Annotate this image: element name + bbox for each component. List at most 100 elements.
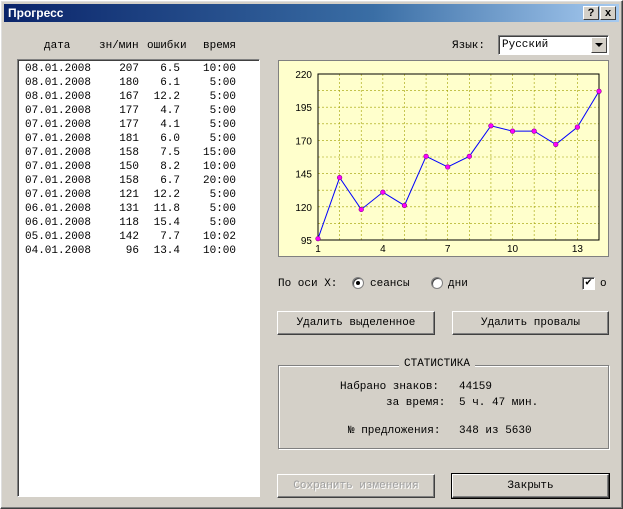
cell-time: 5:00 xyxy=(209,217,236,229)
cell-errors: 8.2 xyxy=(160,161,180,173)
header-time[interactable]: время xyxy=(203,40,236,52)
x-tick-label: 1 xyxy=(315,244,321,255)
cell-speed: 118 xyxy=(119,217,139,229)
radio-sessions[interactable] xyxy=(352,277,364,289)
checkbox-o[interactable]: ✔ xyxy=(582,277,595,290)
y-tick-label: 120 xyxy=(295,203,312,214)
table-row[interactable]: 07.01.2008 158 6.7 20:00 xyxy=(18,174,258,188)
data-point xyxy=(337,174,343,181)
radio-days-label[interactable]: дни xyxy=(448,278,468,290)
close-button[interactable]: Закрыть xyxy=(451,473,610,499)
save-changes-button[interactable]: Сохранить изменения xyxy=(277,474,435,498)
x-tick-label: 10 xyxy=(507,244,519,255)
cell-errors: 6.0 xyxy=(160,133,180,145)
cell-speed: 177 xyxy=(119,119,139,131)
progress-window: Прогресс ? x дата зн/мин ошибки время 08… xyxy=(0,0,623,509)
cell-speed: 96 xyxy=(125,245,139,257)
cell-errors: 7.5 xyxy=(160,147,180,159)
table-row[interactable]: 07.01.2008 150 8.2 10:00 xyxy=(18,160,258,174)
y-tick-label: 195 xyxy=(295,103,312,114)
data-point xyxy=(358,206,364,213)
typed-chars-value: 44159 xyxy=(459,381,493,393)
data-point xyxy=(488,123,494,129)
header-errors[interactable]: ошибки xyxy=(147,40,187,52)
data-point xyxy=(509,128,516,134)
table-row[interactable]: 07.01.2008 158 7.5 15:00 xyxy=(18,146,258,160)
table-row[interactable]: 07.01.2008 177 4.1 5:00 xyxy=(18,118,258,132)
cell-speed: 158 xyxy=(119,175,139,187)
sentence-label: № предложения: xyxy=(348,425,441,437)
cell-date: 04.01.2008 xyxy=(25,245,92,257)
cell-time: 5:00 xyxy=(209,105,236,117)
table-row[interactable]: 07.01.2008 181 6.0 5:00 xyxy=(18,132,258,146)
sentence-value: 348 из 5630 xyxy=(459,425,532,437)
cell-errors: 11.8 xyxy=(153,203,180,215)
cell-time: 10:00 xyxy=(202,63,236,75)
table-row[interactable]: 06.01.2008 118 15.4 5:00 xyxy=(18,216,258,230)
table-row[interactable]: 04.01.2008 96 13.4 10:00 xyxy=(18,244,258,258)
language-select[interactable]: Русский xyxy=(498,35,609,55)
radio-sessions-label[interactable]: сеансы xyxy=(370,278,410,290)
data-point xyxy=(380,189,386,195)
cell-time: 5:00 xyxy=(209,189,236,201)
table-row[interactable]: 05.01.2008 142 7.7 10:02 xyxy=(18,230,258,244)
time-value: 5 ч. 47 мин. xyxy=(459,397,539,409)
table-row[interactable]: 08.01.2008 207 6.5 10:00 xyxy=(18,62,258,76)
help-button[interactable]: ? xyxy=(583,6,599,20)
cell-speed: 181 xyxy=(119,133,139,145)
radio-days[interactable] xyxy=(431,277,443,289)
cell-date: 05.01.2008 xyxy=(25,231,92,243)
cell-speed: 150 xyxy=(119,161,139,173)
table-row[interactable]: 08.01.2008 167 12.2 5:00 xyxy=(18,90,258,104)
cell-errors: 12.2 xyxy=(153,91,180,103)
delete-failures-button[interactable]: Удалить провалы xyxy=(452,311,609,335)
cell-time: 5:00 xyxy=(209,119,236,131)
cell-time: 5:00 xyxy=(209,91,236,103)
cell-errors: 7.7 xyxy=(160,231,180,243)
cell-date: 07.01.2008 xyxy=(25,161,92,173)
y-tick-label: 145 xyxy=(295,170,312,181)
cell-time: 5:00 xyxy=(209,203,236,215)
checkbox-o-label[interactable]: о xyxy=(600,278,607,290)
table-row[interactable]: 07.01.2008 121 12.2 5:00 xyxy=(18,188,258,202)
cell-errors: 12.2 xyxy=(153,189,180,201)
table-row[interactable]: 06.01.2008 131 11.8 5:00 xyxy=(18,202,258,216)
time-label: за время: xyxy=(386,397,446,409)
table-row[interactable]: 08.01.2008 180 6.1 5:00 xyxy=(18,76,258,90)
language-label: Язык: xyxy=(452,40,486,52)
cell-date: 07.01.2008 xyxy=(25,133,92,145)
cell-time: 20:00 xyxy=(202,175,236,187)
language-value: Русский xyxy=(502,39,549,51)
cell-date: 07.01.2008 xyxy=(25,189,92,201)
cell-date: 07.01.2008 xyxy=(25,105,92,117)
cell-speed: 207 xyxy=(119,63,139,75)
header-speed[interactable]: зн/мин xyxy=(99,40,139,52)
title-bar[interactable]: Прогресс ? x xyxy=(4,4,619,22)
x-tick-label: 4 xyxy=(380,244,386,255)
delete-selected-button[interactable]: Удалить выделенное xyxy=(277,311,435,335)
table-row[interactable]: 07.01.2008 177 4.7 5:00 xyxy=(18,104,258,118)
cell-time: 10:00 xyxy=(202,245,236,257)
cell-errors: 4.7 xyxy=(160,105,180,117)
data-point xyxy=(445,164,451,170)
cell-errors: 6.1 xyxy=(160,77,180,89)
dropdown-button[interactable] xyxy=(591,37,607,53)
cell-errors: 6.7 xyxy=(160,175,180,187)
data-point xyxy=(596,88,602,94)
progress-chart: 95 120 145 170 195 220 1 4 7 10 13 xyxy=(278,60,609,257)
header-date[interactable]: дата xyxy=(44,40,70,52)
chart-svg: 95 120 145 170 195 220 1 4 7 10 13 xyxy=(295,70,602,255)
cell-speed: 158 xyxy=(119,147,139,159)
cell-date: 07.01.2008 xyxy=(25,119,92,131)
sessions-list[interactable]: 08.01.2008 207 6.5 10:00 08.01.2008 180 6.1 5:0… xyxy=(17,59,260,497)
data-point xyxy=(423,153,429,159)
cell-speed: 180 xyxy=(119,77,139,89)
close-icon[interactable]: x xyxy=(600,6,616,20)
cell-date: 07.01.2008 xyxy=(25,175,92,187)
cell-speed: 131 xyxy=(119,203,139,215)
statistics-group: СТАТИСТИКА Набрано знаков: 44159 за врем… xyxy=(278,358,609,449)
data-point xyxy=(574,124,580,130)
y-tick-label: 220 xyxy=(295,70,312,81)
cell-errors: 6.5 xyxy=(160,63,180,75)
data-point xyxy=(315,236,321,242)
